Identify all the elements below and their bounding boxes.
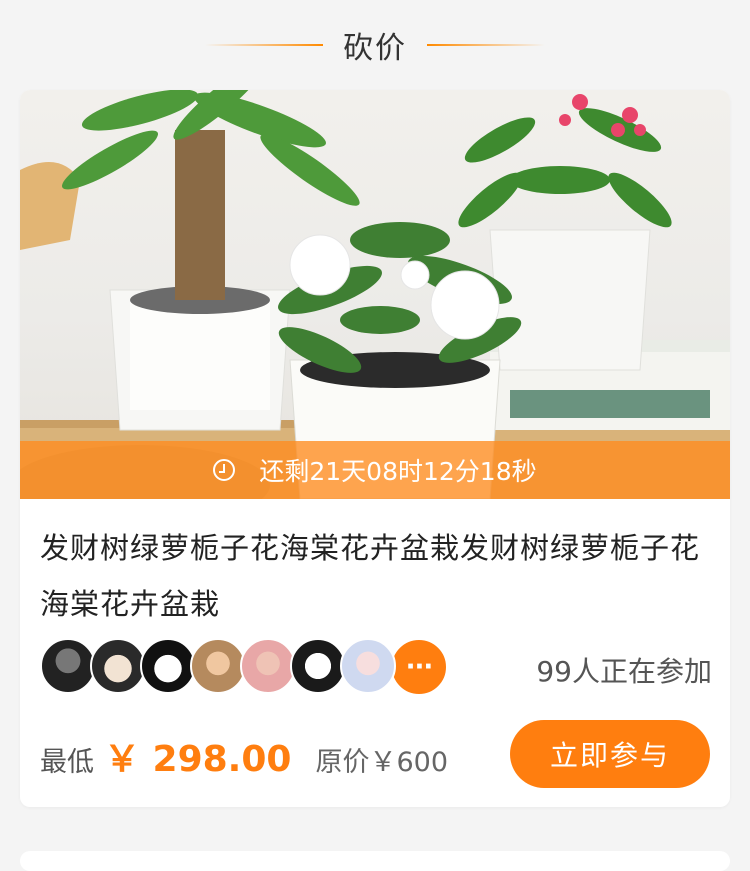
join-button[interactable]: 立即参与 xyxy=(510,720,710,788)
current-price: ￥ 298.00 xyxy=(104,739,292,780)
avatar xyxy=(190,638,246,694)
avatar xyxy=(90,638,146,694)
section-title: 砍价 xyxy=(343,31,407,66)
more-participants-button[interactable]: ··· xyxy=(390,638,448,696)
original-price: 原价￥600 xyxy=(315,747,449,778)
participant-avatars[interactable]: ··· xyxy=(40,638,448,696)
participants-count: 99人正在参加 xyxy=(536,655,712,688)
avatar xyxy=(140,638,196,694)
bargain-product-card[interactable]: 还剩21天08时12分18秒 发财树绿萝栀子花海棠花卉盆栽发财树绿萝栀子花海棠花… xyxy=(20,90,730,807)
product-title[interactable]: 发财树绿萝栀子花海棠花卉盆栽发财树绿萝栀子花海棠花卉盆栽 xyxy=(40,520,710,632)
price-label: 最低 xyxy=(40,747,94,778)
clock-icon xyxy=(213,459,236,481)
plants-illustration xyxy=(20,90,730,499)
countdown-bar: 还剩21天08时12分18秒 xyxy=(20,441,730,499)
price-row: 最低 ￥ 298.00 原价￥600 xyxy=(40,730,448,782)
avatar xyxy=(340,638,396,694)
avatar xyxy=(40,638,96,694)
next-card-peek xyxy=(20,851,730,871)
section-header: 砍价 xyxy=(0,0,750,90)
avatar xyxy=(240,638,296,694)
avatar xyxy=(290,638,346,694)
header-divider-left xyxy=(205,44,323,46)
product-image[interactable]: 还剩21天08时12分18秒 xyxy=(20,90,730,499)
countdown-text: 还剩21天08时12分18秒 xyxy=(259,457,537,486)
header-divider-right xyxy=(427,44,545,46)
